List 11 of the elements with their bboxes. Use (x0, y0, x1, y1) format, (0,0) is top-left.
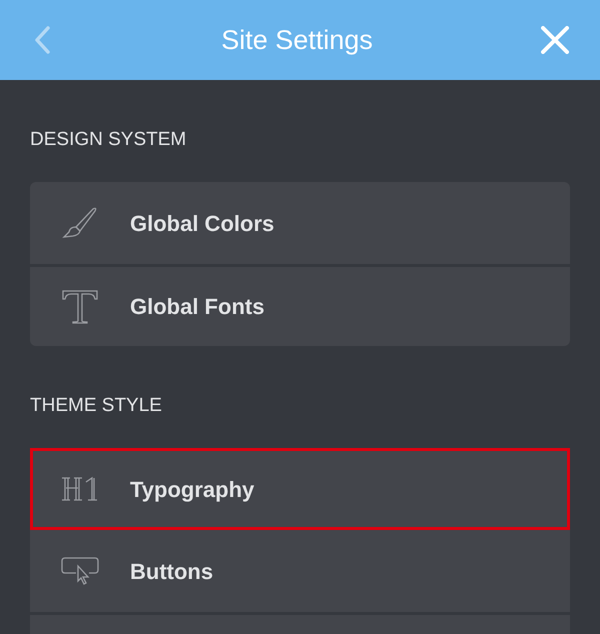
section-heading: DESIGN SYSTEM (30, 128, 188, 152)
section-heading: THEME STYLE (30, 394, 163, 418)
serif-letter-icon (61, 288, 99, 324)
cursor-button-icon (61, 557, 101, 585)
settings-item[interactable]: Typography (30, 448, 570, 530)
paintbrush-icon (61, 206, 99, 240)
settings-item[interactable]: Global Fonts (30, 264, 570, 346)
close-button[interactable] (540, 25, 570, 55)
settings-item[interactable]: Buttons (30, 530, 570, 612)
settings-item[interactable]: Global Colors (30, 182, 570, 264)
panel-title: Site Settings (221, 24, 373, 57)
